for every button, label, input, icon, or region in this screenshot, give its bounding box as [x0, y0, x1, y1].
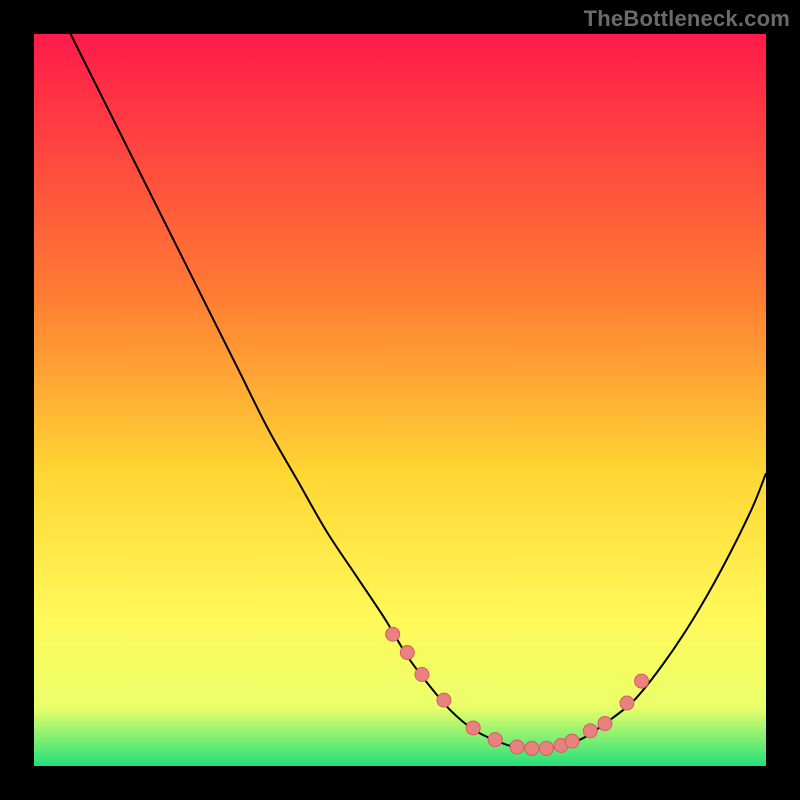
highlight-dot [510, 740, 524, 754]
gradient-background [34, 34, 766, 766]
highlight-dot [620, 696, 634, 710]
highlight-dot [386, 627, 400, 641]
highlight-dot [466, 721, 480, 735]
highlight-dot [565, 734, 579, 748]
highlight-dot [400, 646, 414, 660]
highlight-dot [583, 724, 597, 738]
highlight-dot [437, 693, 451, 707]
highlight-dot [598, 717, 612, 731]
plot-area [34, 34, 766, 766]
highlight-dot [635, 674, 649, 688]
chart-frame: TheBottleneck.com [0, 0, 800, 800]
highlight-dot [415, 668, 429, 682]
plot-svg [34, 34, 766, 766]
highlight-dot [488, 733, 502, 747]
watermark-text: TheBottleneck.com [584, 6, 790, 32]
highlight-dot [539, 741, 553, 755]
highlight-dot [525, 741, 539, 755]
